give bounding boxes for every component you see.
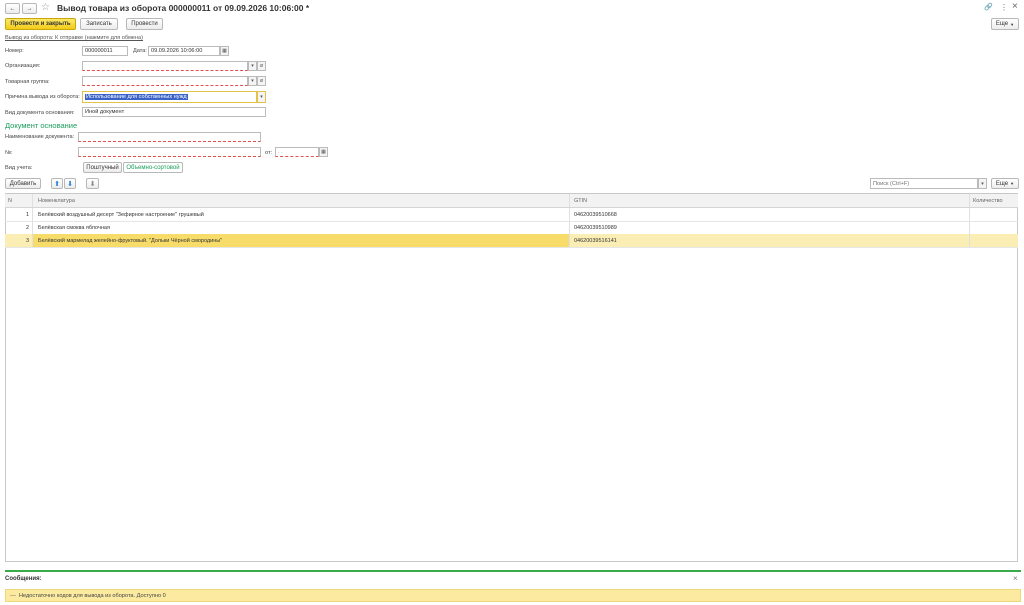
- status-link[interactable]: Вывод из оборота: К отправке (нажмите дл…: [5, 35, 143, 41]
- row-number: 2: [5, 221, 33, 234]
- link-icon[interactable]: 🔗: [984, 3, 993, 11]
- move-up-button[interactable]: ⬆: [51, 178, 63, 189]
- row-name[interactable]: Белёвский мармелад желейно-фруктовый. "Д…: [33, 234, 570, 247]
- row-qty[interactable]: [970, 208, 1018, 221]
- more-button[interactable]: Еще ▼: [991, 18, 1019, 30]
- pick-icon: ⬇: [89, 180, 96, 188]
- search-dropdown-button[interactable]: ▾: [978, 178, 987, 189]
- date-label: Дата:: [133, 48, 147, 54]
- arrow-right-icon: →: [26, 5, 33, 12]
- window-title: Вывод товара из оборота 000000011 от 09.…: [57, 3, 310, 13]
- message-item[interactable]: — Недостаточно кодов для вывода из оборо…: [5, 589, 1021, 602]
- back-button[interactable]: ←: [5, 3, 20, 14]
- chevron-down-icon: ▼: [1010, 21, 1015, 27]
- chevron-down-icon: ▾: [251, 78, 254, 84]
- doc-type-field[interactable]: Иной документ: [82, 107, 266, 117]
- doc-name-field[interactable]: [78, 132, 261, 142]
- table-row-selected[interactable]: 3 Белёвский мармелад желейно-фруктовый. …: [5, 234, 1018, 248]
- doc-date-label: от:: [265, 150, 273, 156]
- post-and-close-button[interactable]: Провести и закрыть: [5, 18, 76, 30]
- message-dash-icon: —: [10, 592, 16, 599]
- reason-label: Причина вывода из оборота:: [5, 94, 80, 100]
- row-gtin[interactable]: 04620039516141: [570, 234, 970, 247]
- group-dropdown-button[interactable]: ▾: [248, 76, 257, 86]
- more-label: Еще: [995, 21, 1009, 27]
- row-number: 1: [5, 208, 33, 221]
- org-label: Организация:: [5, 63, 41, 69]
- messages-close-icon[interactable]: ×: [1013, 574, 1018, 583]
- org-field[interactable]: [82, 61, 248, 71]
- message-text: Недостаточно кодов для вывода из оборота…: [19, 592, 166, 599]
- open-link-icon: ø: [259, 63, 264, 69]
- close-icon[interactable]: ×: [1012, 1, 1018, 12]
- doc-date-field[interactable]: . .: [275, 147, 319, 157]
- doc-num-label: №:: [5, 150, 13, 156]
- date-field[interactable]: [148, 46, 220, 56]
- doc-calendar-button[interactable]: ▦: [319, 147, 328, 157]
- favorite-star-icon[interactable]: ☆: [41, 2, 50, 13]
- move-down-button[interactable]: ⬇: [64, 178, 76, 189]
- row-qty[interactable]: [970, 221, 1018, 234]
- row-number: 3: [5, 234, 33, 247]
- number-label: Номер:: [5, 48, 24, 54]
- more-vertical-icon[interactable]: ⋮: [1000, 3, 1008, 12]
- reason-field[interactable]: Использование для собственных нужд: [82, 91, 257, 103]
- number-field[interactable]: [82, 46, 128, 56]
- org-open-button[interactable]: ø: [257, 61, 266, 71]
- calendar-button[interactable]: ▦: [220, 46, 229, 56]
- more-label: Еще: [995, 180, 1009, 187]
- save-button[interactable]: Записать: [80, 18, 118, 30]
- col-name[interactable]: Номенклатура: [33, 194, 570, 207]
- chevron-down-icon: ▾: [260, 94, 263, 100]
- chevron-down-icon: ▾: [981, 180, 984, 187]
- row-gtin[interactable]: 04620039510668: [570, 208, 970, 221]
- doc-num-field[interactable]: [78, 147, 261, 157]
- account-option-piece[interactable]: Поштучный: [83, 162, 122, 173]
- open-link-icon: ø: [259, 78, 264, 84]
- group-open-button[interactable]: ø: [257, 76, 266, 86]
- forward-button[interactable]: →: [22, 3, 37, 14]
- section-title: Документ основание: [5, 121, 78, 130]
- pick-button[interactable]: ⬇: [86, 178, 99, 189]
- col-gtin[interactable]: GTIN: [570, 194, 970, 207]
- add-button[interactable]: Добавить: [5, 178, 41, 189]
- group-label: Товарная группа:: [5, 79, 50, 85]
- reason-dropdown-button[interactable]: ▾: [257, 91, 266, 103]
- arrow-left-icon: ←: [9, 5, 16, 12]
- post-button[interactable]: Провести: [126, 18, 163, 30]
- arrow-down-icon: ⬇: [67, 180, 73, 188]
- group-field[interactable]: [82, 76, 248, 86]
- col-n[interactable]: N: [5, 194, 33, 207]
- table-row[interactable]: 1 Белёвский воздушный десерт "Зефирное н…: [5, 208, 1018, 222]
- messages-divider: [5, 570, 1021, 572]
- account-label: Вид учета:: [5, 165, 33, 171]
- reason-value: Использование для собственных нужд: [85, 94, 188, 100]
- org-dropdown-button[interactable]: ▾: [248, 61, 257, 71]
- account-option-volume[interactable]: Объемно-сортовой: [123, 162, 183, 173]
- arrow-up-icon: ⬆: [54, 180, 60, 188]
- chevron-down-icon: ▼: [1010, 181, 1015, 186]
- row-gtin[interactable]: 04620039510989: [570, 221, 970, 234]
- calendar-icon: ▦: [321, 149, 326, 155]
- messages-title: Сообщения:: [5, 576, 42, 582]
- doc-type-label: Вид документа основания:: [5, 110, 75, 116]
- table-row[interactable]: 2 Белёвская смоква яблочная 046200395109…: [5, 221, 1018, 235]
- table-more-button[interactable]: Еще ▼: [991, 178, 1019, 189]
- table: [5, 193, 1018, 562]
- chevron-down-icon: ▾: [251, 63, 254, 69]
- col-qty[interactable]: Количество: [970, 194, 1018, 207]
- table-header: N Номенклатура GTIN Количество: [5, 194, 1018, 208]
- calendar-icon: ▦: [222, 48, 227, 54]
- doc-name-label: Наименование документа:: [5, 134, 75, 140]
- row-name[interactable]: Белёвская смоква яблочная: [33, 221, 570, 234]
- row-name[interactable]: Белёвский воздушный десерт "Зефирное нас…: [33, 208, 570, 221]
- row-qty[interactable]: [970, 234, 1018, 247]
- search-input[interactable]: [870, 178, 978, 189]
